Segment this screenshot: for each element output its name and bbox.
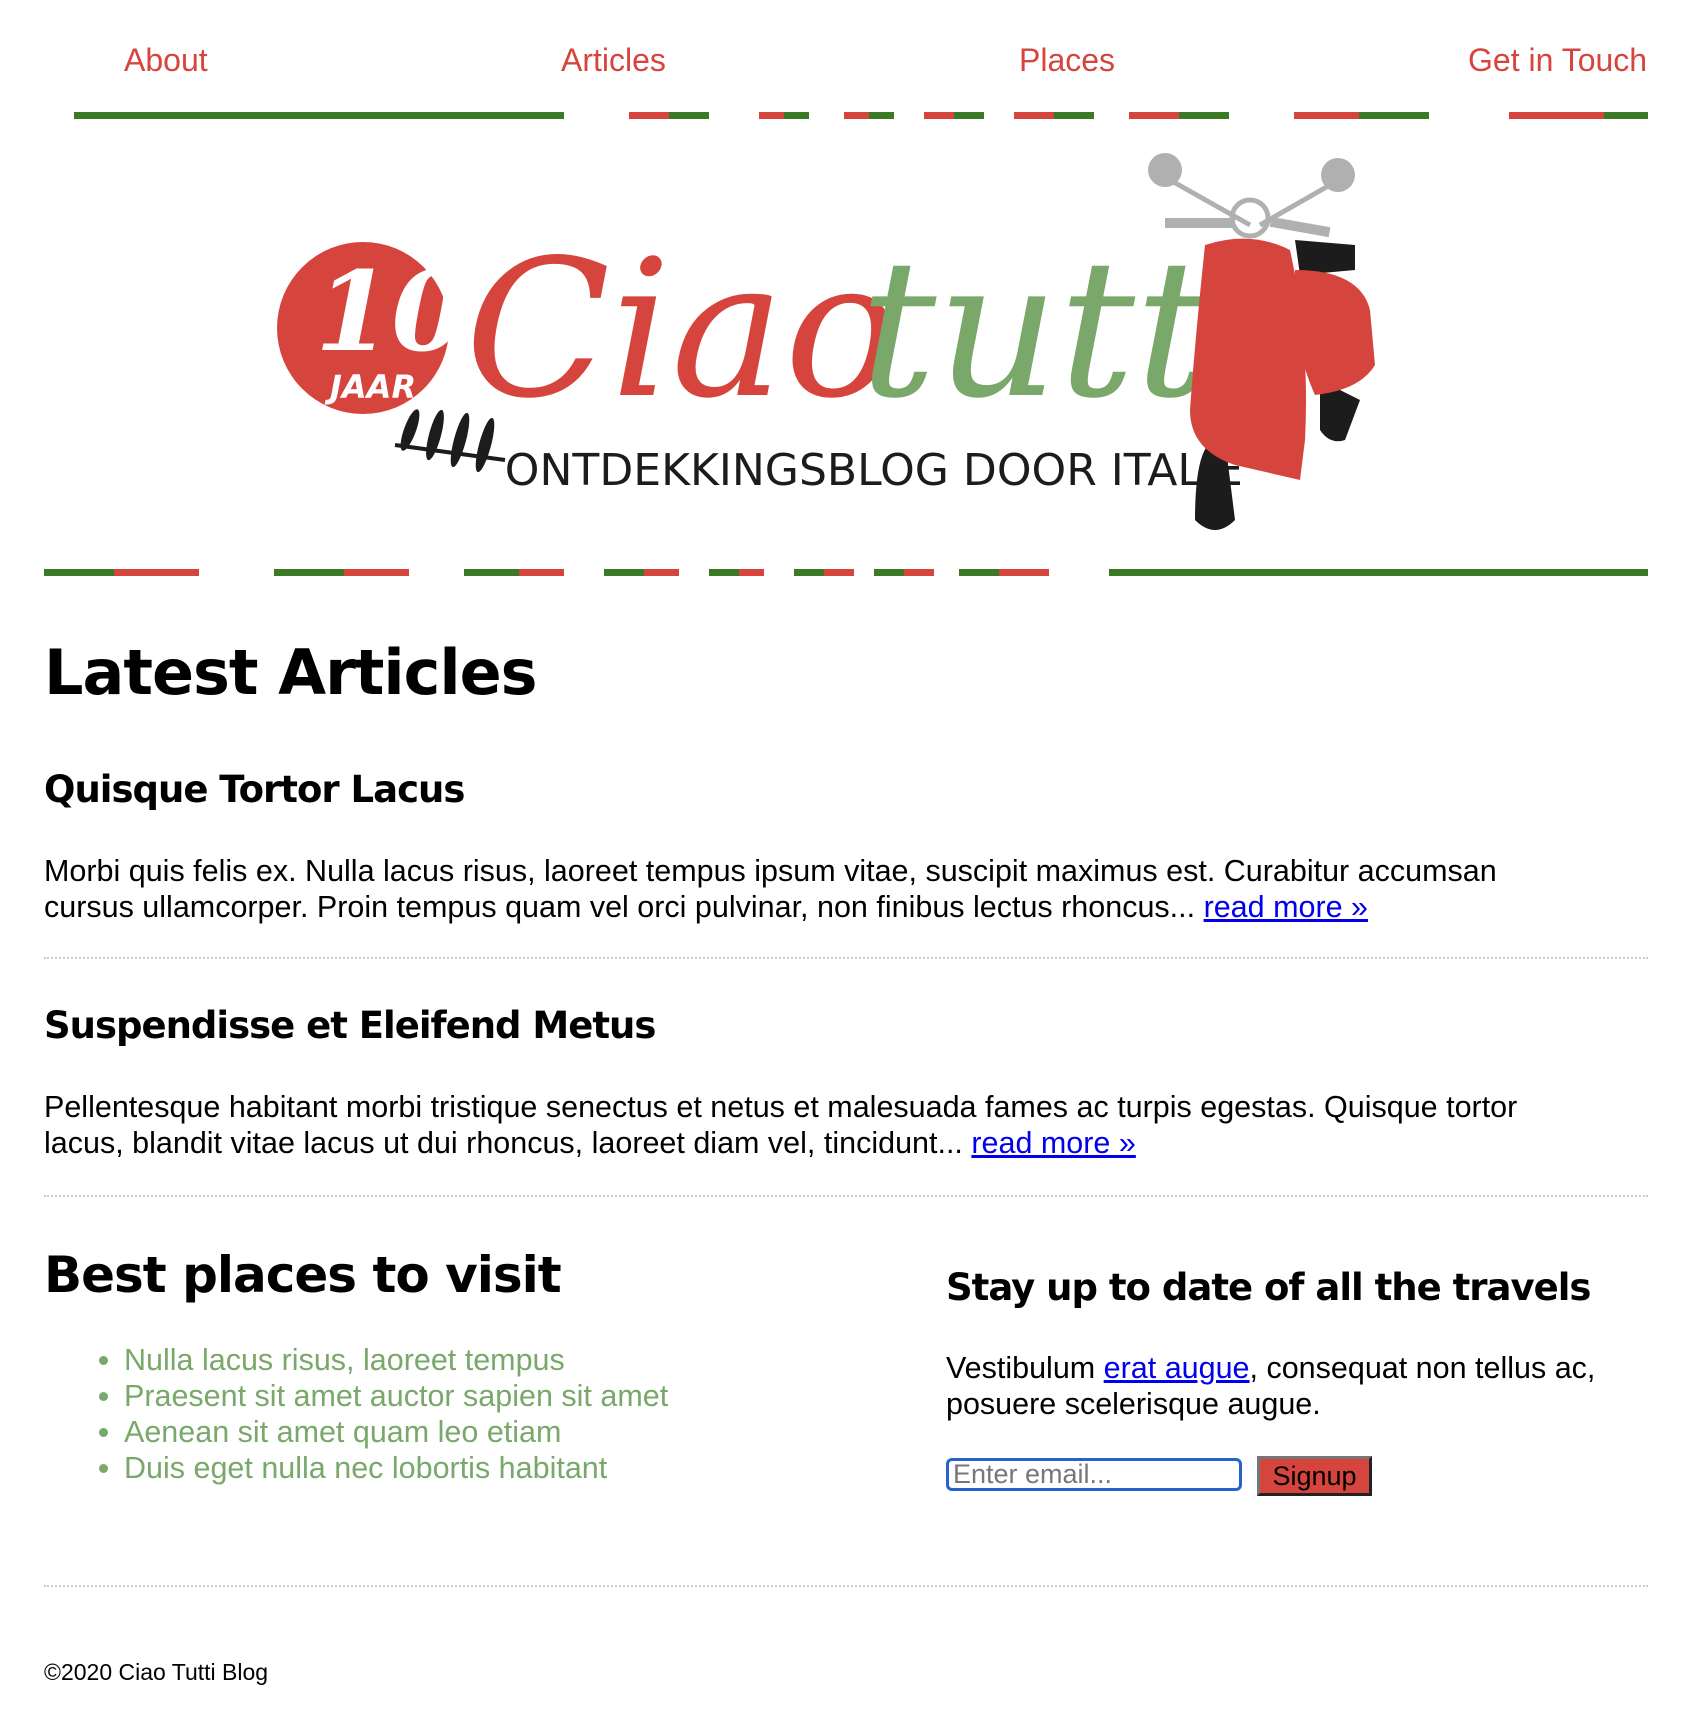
article-excerpt: Pellentesque habitant morbi tristique se… [44,1090,1518,1124]
svg-text:10: 10 [315,247,468,376]
ciao-tutti-logo: 10 JAAR Ciao tutti ONTDEKKINGSBLOG DOOR … [277,153,1375,530]
page-title: Latest Articles [44,636,538,709]
places-list: Nulla lacus risus, laoreet tempus Praese… [44,1342,668,1486]
article-excerpt: Morbi quis felis ex. Nulla lacus risus, … [44,854,1497,888]
place-item[interactable]: Aenean sit amet quam leo etiam [124,1414,668,1450]
logo-ciao: Ciao [465,219,899,440]
read-more-link[interactable]: read more » [1204,890,1368,924]
places-title: Best places to visit [44,1246,562,1304]
flag-stripe-bottom [44,569,1648,576]
read-more-link[interactable]: read more » [971,1126,1135,1160]
divider [44,1585,1648,1587]
divider [44,957,1648,959]
footer-copyright: ©2020 Ciao Tutti Blog [44,1659,269,1685]
article-title: Suspendisse et Eleifend Metus [44,1004,656,1047]
place-item[interactable]: Praesent sit amet auctor sapien sit amet [124,1378,668,1414]
place-item[interactable]: Nulla lacus risus, laoreet tempus [124,1342,668,1378]
place-item[interactable]: Duis eget nulla nec lobortis habitant [124,1450,668,1486]
erat-augue-link[interactable]: erat augue [1104,1351,1250,1385]
nav-about[interactable]: About [124,42,208,79]
email-input[interactable] [946,1458,1242,1491]
nav-get-in-touch[interactable]: Get in Touch [1468,42,1647,79]
signup-button[interactable]: Signup [1257,1456,1372,1496]
nav-articles[interactable]: Articles [561,42,666,79]
flag-stripe-top [74,112,1648,119]
nav-places[interactable]: Places [1019,42,1115,79]
newsletter-title: Stay up to date of all the travels [946,1266,1591,1309]
svg-text:JAAR: JAAR [324,368,416,406]
logo-tagline: ONTDEKKINGSBLOG DOOR ITALIË [505,444,1243,496]
divider [44,1195,1648,1197]
article-title: Quisque Tortor Lacus [44,768,465,811]
